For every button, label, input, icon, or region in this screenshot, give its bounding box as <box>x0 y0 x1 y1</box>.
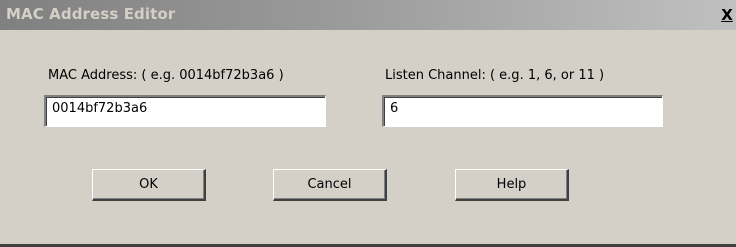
window-title: MAC Address Editor <box>6 5 176 23</box>
help-button[interactable]: Help <box>455 169 569 201</box>
cancel-button[interactable]: Cancel <box>273 169 387 201</box>
mac-address-label: MAC Address: ( e.g. 0014bf72b3a6 ) <box>48 68 284 83</box>
ok-button[interactable]: OK <box>92 169 206 201</box>
listen-channel-input[interactable]: 6 <box>382 95 663 127</box>
close-icon[interactable]: X <box>715 4 736 26</box>
mac-address-editor-dialog: MAC Address Editor X MAC Address: ( e.g.… <box>0 0 736 247</box>
mac-address-input[interactable]: 0014bf72b3a6 <box>44 95 326 127</box>
listen-channel-label: Listen Channel: ( e.g. 1, 6, or 11 ) <box>385 68 605 83</box>
title-bar[interactable]: MAC Address Editor X <box>0 0 736 30</box>
